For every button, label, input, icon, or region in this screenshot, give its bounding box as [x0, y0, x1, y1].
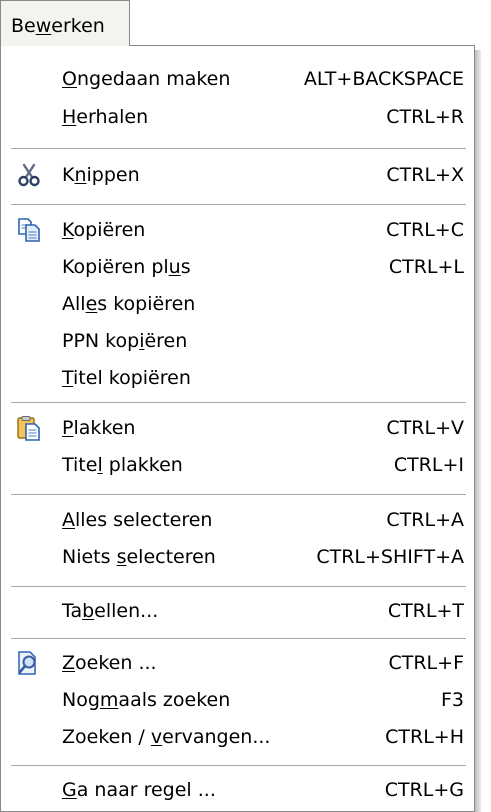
menu-item-cut[interactable]: Knippen CTRL+X — [2, 157, 474, 193]
menu-shadow — [475, 50, 481, 812]
menu-item-undo[interactable]: Ongedaan maken ALT+BACKSPACE — [2, 61, 474, 97]
menu-item-shortcut: CTRL+I — [393, 454, 464, 476]
menu-item-label: PPN kopiëren — [62, 330, 188, 352]
menu-item-copy-ppn[interactable]: PPN kopiëren — [2, 323, 474, 359]
menu-item-label: Zoeken ... — [62, 652, 157, 674]
menu-item-tables[interactable]: Tabellen... CTRL+T — [2, 593, 474, 629]
menu-item-label: Kopiëren plus — [62, 256, 191, 278]
menu-item-paste[interactable]: Plakken CTRL+V — [2, 410, 474, 446]
menu-item-label: Niets selecteren — [62, 546, 216, 568]
menu-item-select-all[interactable]: Alles selecteren CTRL+A — [2, 502, 474, 538]
menu-item-shortcut: CTRL+F — [388, 652, 464, 674]
menu-item-copy-plus[interactable]: Kopiëren plus CTRL+L — [2, 249, 474, 285]
menu-separator — [11, 638, 466, 640]
menu-item-label: Knippen — [62, 164, 140, 186]
menu-item-copy-title[interactable]: Titel kopiëren — [2, 360, 474, 396]
menu-item-shortcut: CTRL+SHIFT+A — [316, 546, 464, 568]
copy-icon — [16, 217, 42, 243]
menu-item-label: Plakken — [62, 417, 136, 439]
menu-separator — [11, 586, 466, 588]
menu-item-shortcut: F3 — [440, 689, 464, 711]
edit-menu: Ongedaan maken ALT+BACKSPACE Herhalen CT… — [0, 45, 475, 812]
menu-item-shortcut: ALT+BACKSPACE — [303, 68, 464, 90]
menu-item-shortcut: CTRL+R — [386, 106, 464, 128]
menu-item-label: Herhalen — [62, 106, 149, 128]
menu-tab-label: Bewerken — [11, 15, 105, 37]
menu-item-shortcut: CTRL+C — [386, 219, 464, 241]
menu-item-find-again[interactable]: Nogmaals zoeken F3 — [2, 682, 474, 718]
menu-item-label: Nogmaals zoeken — [62, 689, 231, 711]
menu-item-shortcut: CTRL+L — [388, 256, 464, 278]
menu-item-shortcut: CTRL+H — [385, 726, 464, 748]
menu-item-redo[interactable]: Herhalen CTRL+R — [2, 99, 474, 135]
menu-item-label: Tabellen... — [62, 600, 159, 622]
paste-icon — [16, 415, 42, 441]
menu-separator — [11, 402, 466, 404]
menu-item-copy-all[interactable]: Alles kopiëren — [2, 286, 474, 322]
scissors-icon — [16, 162, 42, 188]
menu-item-find[interactable]: Zoeken ... CTRL+F — [2, 645, 474, 681]
menu-item-label: Titel kopiëren — [62, 367, 191, 389]
menu-item-label: Kopiëren — [62, 219, 146, 241]
menu-item-shortcut: CTRL+V — [386, 417, 464, 439]
menu-item-shortcut: CTRL+X — [386, 164, 464, 186]
menu-separator — [11, 765, 466, 767]
menu-item-goto-line[interactable]: Ga naar regel ... CTRL+G — [2, 772, 474, 808]
menu-item-shortcut: CTRL+A — [386, 509, 464, 531]
menu-item-replace[interactable]: Zoeken / vervangen... CTRL+H — [2, 719, 474, 755]
menu-item-select-none[interactable]: Niets selecteren CTRL+SHIFT+A — [2, 539, 474, 575]
menu-item-label: Titel plakken — [62, 454, 183, 476]
menu-item-label: Ongedaan maken — [62, 68, 231, 90]
menu-separator — [11, 204, 466, 206]
menu-item-shortcut: CTRL+T — [387, 600, 464, 622]
menu-item-label: Alles selecteren — [62, 509, 213, 531]
menu-separator — [11, 148, 466, 150]
menu-item-label: Alles kopiëren — [62, 293, 196, 315]
menu-tab-bewerken[interactable]: Bewerken — [0, 0, 130, 46]
menu-item-label: Zoeken / vervangen... — [62, 726, 271, 748]
menu-item-label: Ga naar regel ... — [62, 779, 216, 801]
menu-separator — [11, 494, 466, 496]
menu-item-copy[interactable]: Kopiëren CTRL+C — [2, 212, 474, 248]
menu-item-shortcut: CTRL+G — [384, 779, 464, 801]
search-icon — [16, 650, 42, 676]
menu-item-paste-title[interactable]: Titel plakken CTRL+I — [2, 447, 474, 483]
